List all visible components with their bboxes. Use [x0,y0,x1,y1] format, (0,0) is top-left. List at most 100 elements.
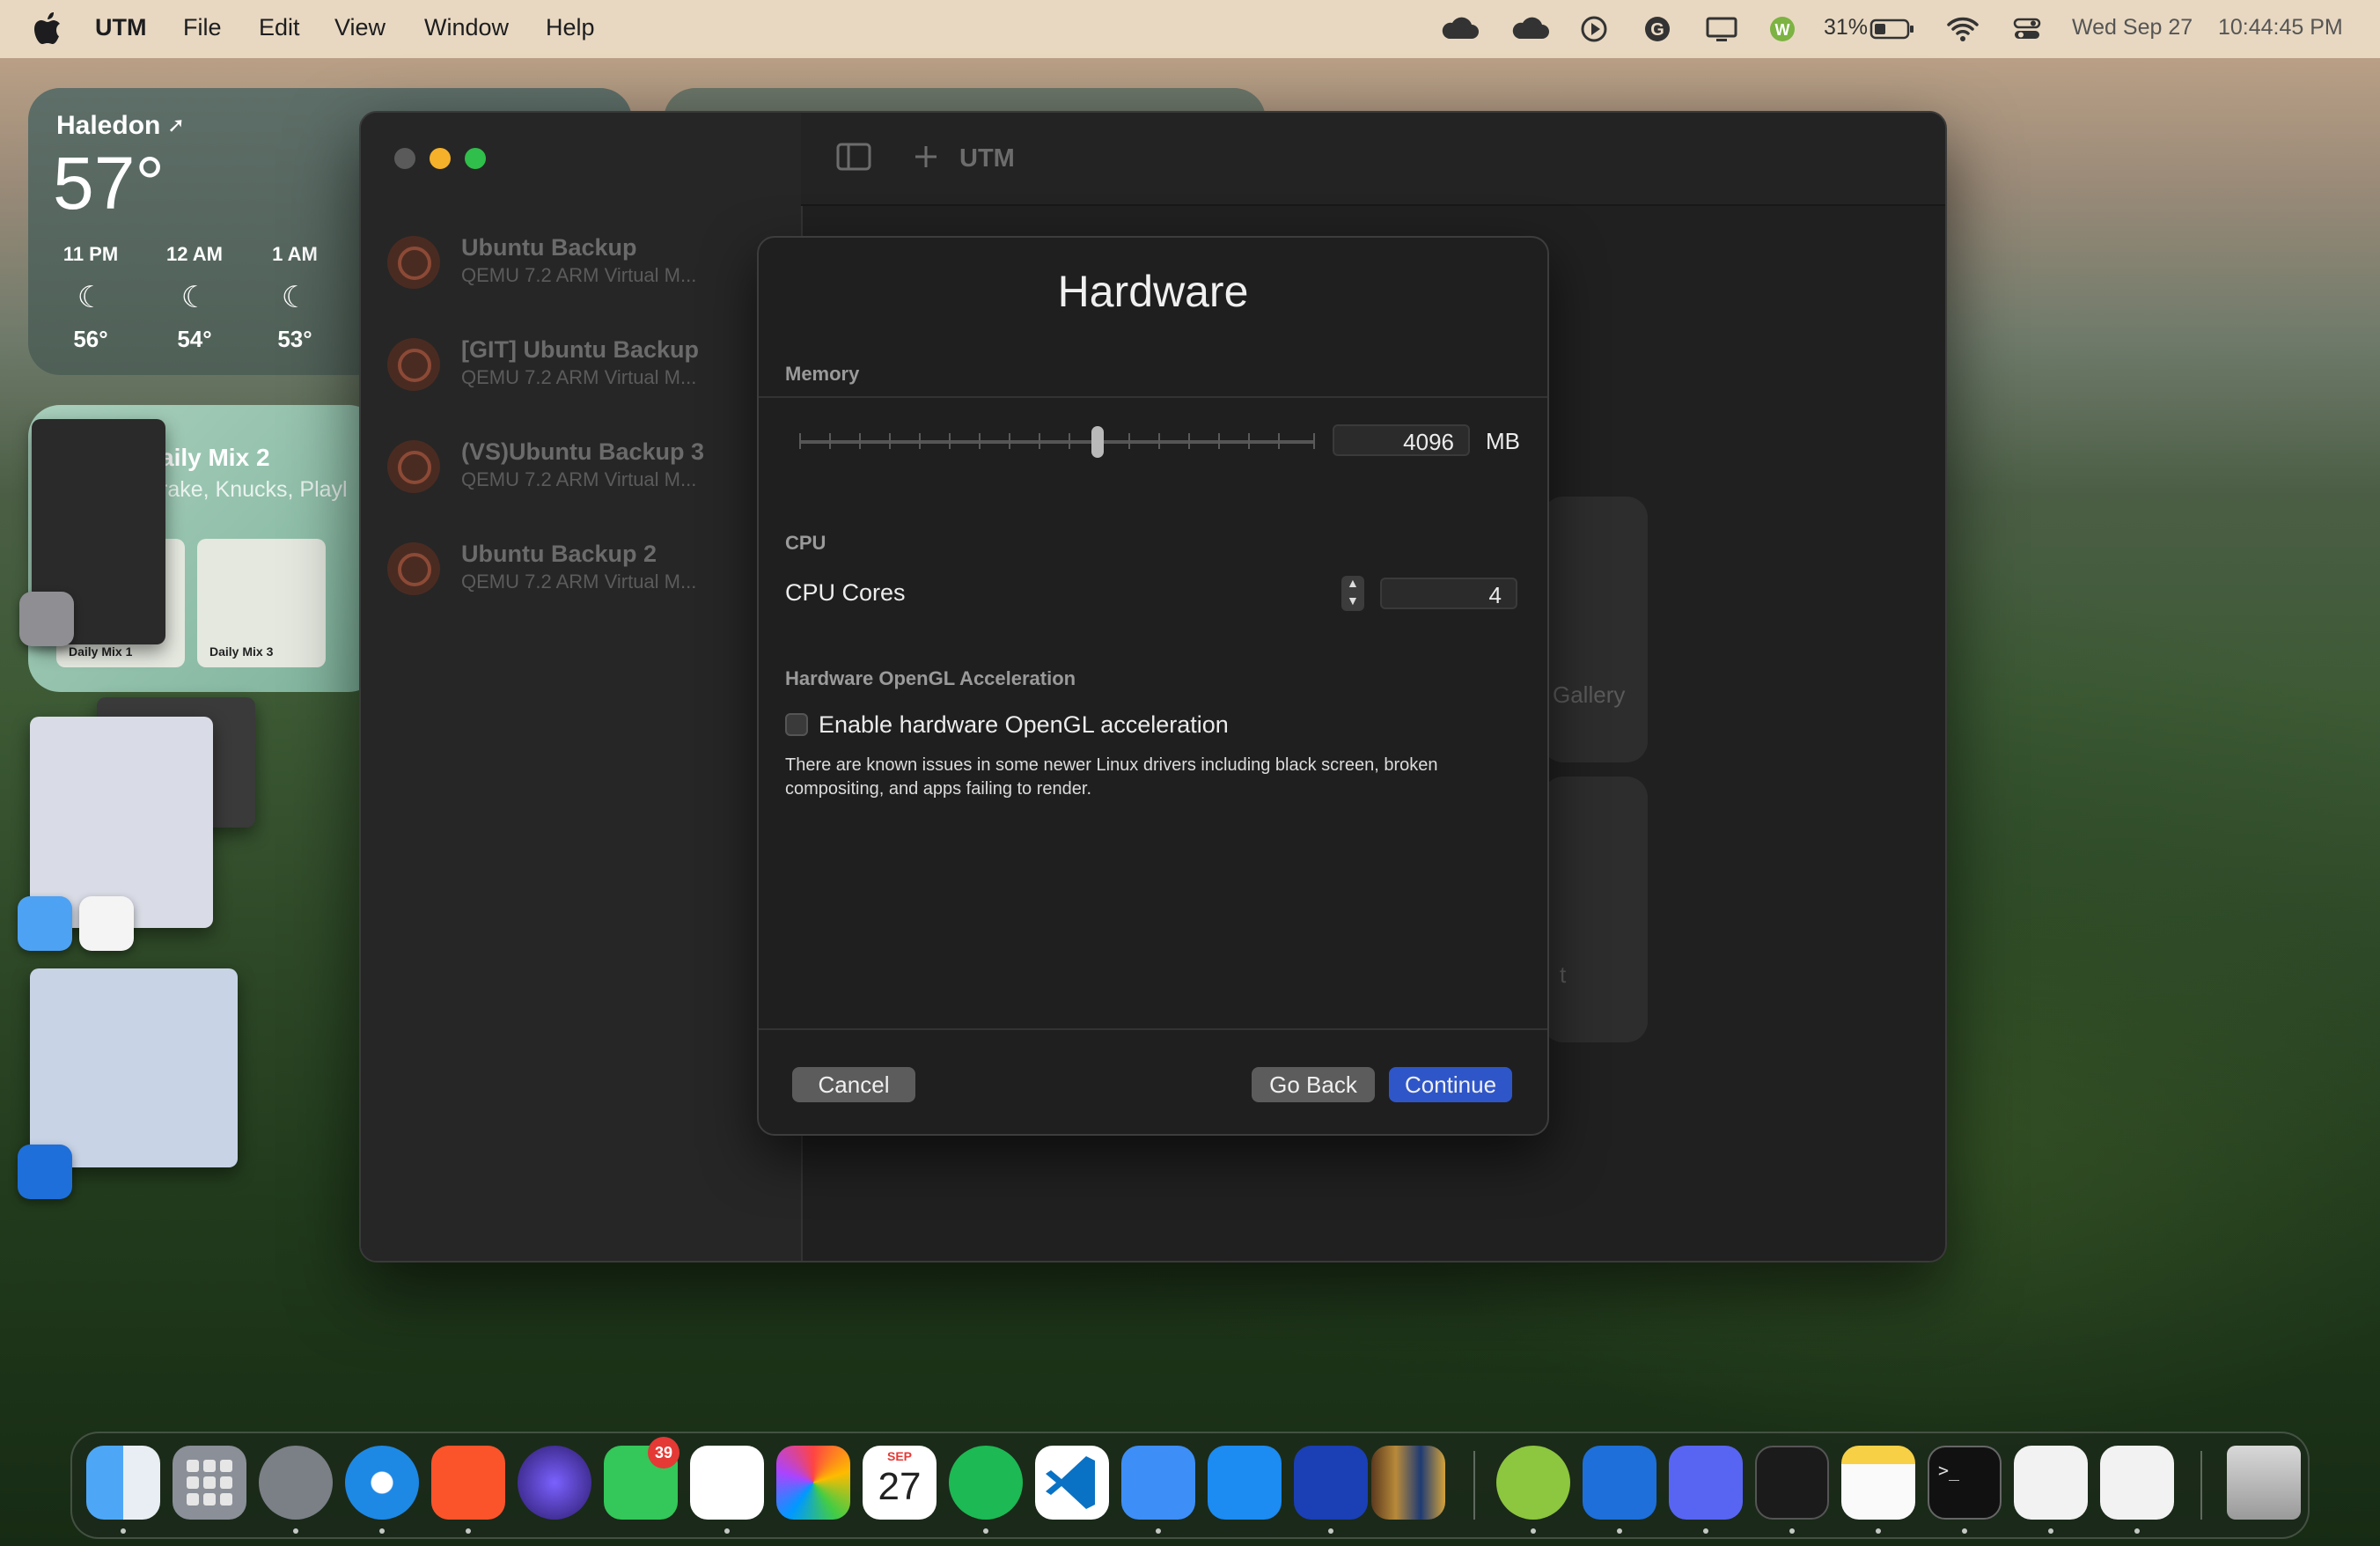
trash-icon[interactable] [2227,1446,2301,1520]
moon-icon: ☾ [281,281,309,314]
slack-icon[interactable] [690,1446,764,1520]
close-button[interactable] [394,148,415,169]
play-circle-icon[interactable] [1577,12,1611,46]
terminal-prompt-icon: >_ [1938,1460,1960,1481]
finder-icon[interactable] [86,1446,160,1520]
playlist-card[interactable]: Daily Mix 3 [197,539,326,667]
menu-view[interactable]: View [334,14,386,41]
opengl-checkbox-label[interactable]: Enable hardware OpenGL acceleration [819,711,1229,739]
menubar-time[interactable]: 10:44:45 PM [2218,15,2343,40]
slider-tick [889,433,891,449]
cpu-cores-stepper[interactable]: ▲ ▼ [1341,576,1364,611]
svg-text:G: G [1650,20,1664,40]
terminal-icon[interactable]: >_ [1928,1446,2002,1520]
textedit-icon[interactable] [2014,1446,2088,1520]
discord-icon[interactable] [1669,1446,1743,1520]
script-editor-icon[interactable] [2100,1446,2174,1520]
system-settings-icon[interactable] [19,592,74,646]
memory-slider-knob[interactable] [1091,426,1104,458]
running-indicator [121,1528,126,1534]
continue-button[interactable]: Continue [1389,1067,1512,1102]
photos-icon[interactable] [776,1446,850,1520]
vm-list-item[interactable]: Ubuntu Backup 2 QEMU 7.2 ARM Virtual M..… [387,532,817,616]
running-indicator [1531,1528,1536,1534]
launchpad-icon[interactable] [173,1446,246,1520]
slider-tick [1069,433,1070,449]
vm-name: Ubuntu Backup 2 [461,541,657,567]
opengl-checkbox[interactable] [785,713,808,736]
spotify-icon[interactable] [949,1446,1023,1520]
cancel-button[interactable]: Cancel [792,1067,915,1102]
system-settings-icon[interactable] [259,1446,333,1520]
vm-list-item[interactable]: Ubuntu Backup QEMU 7.2 ARM Virtual M... [387,225,817,310]
menu-edit[interactable]: Edit [259,14,300,41]
outlook-icon[interactable] [1583,1446,1656,1520]
gallery-card[interactable]: Gallery [1542,497,1648,762]
gallery-label: Gallery [1553,681,1626,708]
memory-section-label: Memory [785,363,860,385]
menu-app-name[interactable]: UTM [95,14,146,41]
w-app-icon[interactable] [1496,1446,1570,1520]
weather-hour: 12 AM [166,243,223,265]
weather-city: Haledon [56,111,161,140]
activity-monitor-icon[interactable] [1755,1446,1829,1520]
vm-subtitle: QEMU 7.2 ARM Virtual M... [461,571,697,593]
memory-field[interactable]: 4096 [1333,424,1470,456]
cpu-cores-field[interactable]: 4 [1380,578,1517,609]
control-center-icon[interactable] [2010,12,2044,46]
wifi-icon[interactable] [1945,12,1980,46]
go-back-button[interactable]: Go Back [1252,1067,1375,1102]
menu-help[interactable]: Help [546,14,595,41]
slider-tick [799,433,801,449]
notes-icon[interactable] [1841,1446,1915,1520]
memory-slider[interactable] [799,440,1315,444]
slider-tick [1128,433,1130,449]
safari-icon[interactable] [345,1446,419,1520]
slider-tick [1188,433,1190,449]
vmware-icon[interactable] [1294,1446,1368,1520]
vm-list-item[interactable]: (VS)Ubuntu Backup 3 QEMU 7.2 ARM Virtual… [387,430,817,514]
w-app-status-icon[interactable]: W [1766,12,1799,46]
cpu-cores-label: CPU Cores [785,579,906,606]
app-store-icon[interactable] [1208,1446,1282,1520]
finder-icon[interactable] [18,896,72,951]
calendar-icon[interactable]: SEP 27 [863,1446,937,1520]
messages-badge: 39 [648,1437,679,1469]
menu-window[interactable]: Window [424,14,509,41]
chevron-up-icon[interactable]: ▲ [1347,576,1359,590]
running-indicator [1617,1528,1622,1534]
slider-tick [859,433,861,449]
slider-tick [1158,433,1160,449]
calibre-icon[interactable] [1371,1446,1445,1520]
vm-subtitle: QEMU 7.2 ARM Virtual M... [461,468,697,490]
outlook-icon[interactable] [18,1145,72,1199]
window-thumbnail[interactable] [30,968,238,1167]
menu-bar: UTM File Edit View Window Help G W 31% W… [0,0,2380,58]
running-indicator [1703,1528,1708,1534]
running-indicator [1962,1528,1967,1534]
running-indicator [2134,1528,2140,1534]
brave-icon[interactable] [431,1446,505,1520]
location-arrow-icon: ➚ [167,114,186,137]
sidebar-toggle-icon[interactable] [836,143,871,171]
display-icon[interactable] [1704,12,1739,46]
maximize-button[interactable] [465,148,486,169]
menubar-date[interactable]: Wed Sep 27 [2072,15,2193,40]
menu-file[interactable]: File [183,14,222,41]
vm-list-item[interactable]: [GIT] Ubuntu Backup QEMU 7.2 ARM Virtual… [387,328,817,412]
gallery-card[interactable]: t [1542,777,1648,1042]
firefox-icon[interactable] [518,1446,591,1520]
add-icon[interactable] [912,143,940,171]
apple-logo-icon[interactable] [33,12,62,46]
grammarly-icon[interactable]: G [1641,12,1674,46]
battery-icon[interactable] [1869,12,1915,46]
running-indicator [983,1528,988,1534]
cloud-alt-icon[interactable] [1510,12,1549,46]
vm-subtitle: QEMU 7.2 ARM Virtual M... [461,366,697,388]
freeform-icon[interactable] [79,896,134,951]
chevron-down-icon[interactable]: ▼ [1347,593,1359,607]
xcode-icon[interactable] [1121,1446,1195,1520]
minimize-button[interactable] [430,148,451,169]
vscode-icon[interactable] [1035,1446,1109,1520]
cloud-icon[interactable] [1440,12,1479,46]
